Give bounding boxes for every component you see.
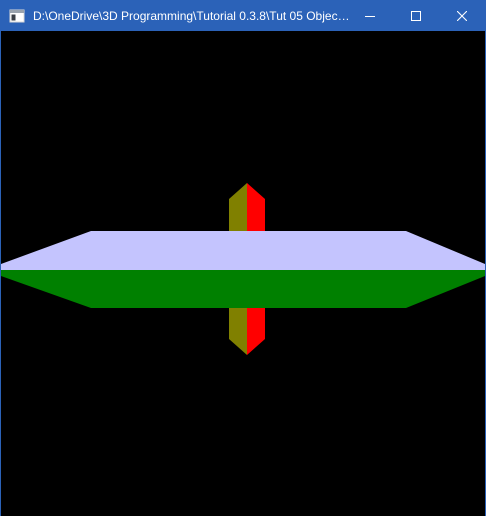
render-viewport[interactable]	[1, 31, 485, 516]
title-bar[interactable]: D:\OneDrive\3D Programming\Tutorial 0.3.…	[1, 1, 485, 31]
close-icon	[457, 11, 467, 21]
minimize-icon	[365, 16, 375, 17]
maximize-icon	[411, 11, 421, 21]
close-button[interactable]	[439, 1, 485, 31]
window-title: D:\OneDrive\3D Programming\Tutorial 0.3.…	[33, 9, 351, 23]
window-controls	[347, 1, 485, 31]
console-window-icon[interactable]	[9, 8, 25, 24]
maximize-button[interactable]	[393, 1, 439, 31]
scene-canvas	[1, 31, 485, 516]
minimize-button[interactable]	[347, 1, 393, 31]
app-window: D:\OneDrive\3D Programming\Tutorial 0.3.…	[0, 0, 486, 516]
